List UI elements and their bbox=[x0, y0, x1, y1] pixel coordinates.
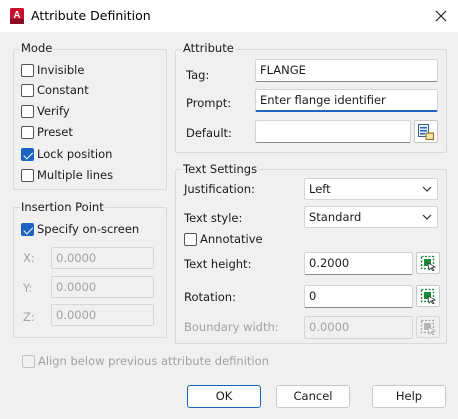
lock-position-checkbox-box[interactable] bbox=[21, 148, 34, 161]
invisible-label: Invisible bbox=[37, 63, 85, 77]
specify-on-screen-label: Specify on-screen bbox=[37, 222, 140, 236]
text-style-label: Text style: bbox=[184, 211, 243, 225]
text-style-select[interactable]: Standard bbox=[304, 206, 438, 228]
insert-field-icon bbox=[418, 123, 434, 140]
help-button[interactable]: Help bbox=[372, 385, 446, 408]
close-button[interactable] bbox=[428, 4, 454, 28]
justification-label: Justification: bbox=[184, 182, 255, 196]
chevron-down-icon bbox=[422, 214, 432, 220]
z-field[interactable]: 0.0000 bbox=[51, 304, 154, 326]
prompt-input[interactable]: Enter flange identifier bbox=[255, 89, 438, 112]
chevron-down-icon bbox=[422, 186, 432, 192]
prompt-label: Prompt: bbox=[186, 96, 232, 110]
multiple-lines-checkbox[interactable]: Multiple lines bbox=[21, 168, 161, 184]
text-settings-group-label: Text Settings bbox=[182, 162, 259, 176]
preset-checkbox[interactable]: Preset bbox=[21, 125, 161, 141]
window-title: Attribute Definition bbox=[31, 8, 151, 23]
default-input[interactable] bbox=[255, 120, 411, 143]
rotation-label: Rotation: bbox=[184, 290, 236, 304]
x-field[interactable]: 0.0000 bbox=[51, 247, 154, 269]
preset-checkbox-box[interactable] bbox=[21, 126, 34, 139]
rotation-input[interactable]: 0 bbox=[304, 285, 413, 308]
align-below-label: Align below previous attribute definitio… bbox=[38, 354, 269, 368]
annotative-checkbox[interactable]: Annotative bbox=[184, 232, 304, 248]
z-label: Z: bbox=[23, 310, 35, 324]
y-field[interactable]: 0.0000 bbox=[51, 276, 154, 298]
align-below-checkbox-box[interactable] bbox=[22, 355, 35, 368]
attribute-group-label: Attribute bbox=[182, 41, 235, 55]
verify-checkbox-box[interactable] bbox=[21, 105, 34, 118]
constant-checkbox[interactable]: Constant bbox=[21, 83, 161, 99]
annotative-label: Annotative bbox=[200, 232, 263, 246]
lock-position-label: Lock position bbox=[37, 147, 113, 161]
rotation-pick-button[interactable] bbox=[416, 285, 440, 307]
text-height-input[interactable]: 0.2000 bbox=[304, 252, 413, 275]
specify-on-screen-checkbox[interactable]: Specify on-screen bbox=[21, 222, 161, 238]
insert-field-button[interactable] bbox=[414, 120, 438, 143]
justification-select[interactable]: Left bbox=[304, 178, 438, 200]
x-label: X: bbox=[23, 251, 35, 265]
boundary-width-input[interactable]: 0.0000 bbox=[304, 316, 413, 339]
cancel-button[interactable]: Cancel bbox=[276, 385, 350, 408]
invisible-checkbox-box[interactable] bbox=[21, 64, 34, 77]
invisible-checkbox[interactable]: Invisible bbox=[21, 63, 161, 79]
multiple-lines-label: Multiple lines bbox=[37, 168, 114, 182]
verify-checkbox[interactable]: Verify bbox=[21, 104, 161, 120]
constant-label: Constant bbox=[37, 83, 89, 97]
mode-group-label: Mode bbox=[20, 41, 54, 55]
pick-point-icon bbox=[420, 319, 436, 335]
boundary-width-label: Boundary width: bbox=[184, 320, 279, 334]
specify-on-screen-checkbox-box[interactable] bbox=[21, 223, 34, 236]
autocad-app-icon: A bbox=[10, 8, 24, 24]
close-icon bbox=[435, 10, 447, 22]
align-below-checkbox[interactable]: Align below previous attribute definitio… bbox=[22, 354, 282, 370]
default-label: Default: bbox=[186, 126, 232, 140]
tag-input[interactable]: FLANGE bbox=[255, 59, 438, 82]
text-style-value: Standard bbox=[309, 210, 362, 224]
y-label: Y: bbox=[23, 281, 33, 295]
pick-point-icon bbox=[420, 255, 436, 271]
verify-label: Verify bbox=[37, 104, 70, 118]
lock-position-checkbox[interactable]: Lock position bbox=[21, 147, 161, 163]
tag-label: Tag: bbox=[186, 68, 210, 82]
multiple-lines-checkbox-box[interactable] bbox=[21, 169, 34, 182]
ok-button[interactable]: OK bbox=[187, 385, 261, 408]
boundary-width-pick-button[interactable] bbox=[416, 316, 440, 338]
justification-value: Left bbox=[309, 182, 331, 196]
preset-label: Preset bbox=[37, 125, 73, 139]
constant-checkbox-box[interactable] bbox=[21, 84, 34, 97]
text-height-pick-button[interactable] bbox=[416, 252, 440, 274]
insertion-point-group-label: Insertion Point bbox=[20, 200, 105, 214]
pick-point-icon bbox=[420, 288, 436, 304]
text-height-label: Text height: bbox=[184, 257, 252, 271]
svg-text:A: A bbox=[13, 10, 20, 21]
annotative-checkbox-box[interactable] bbox=[184, 233, 197, 246]
